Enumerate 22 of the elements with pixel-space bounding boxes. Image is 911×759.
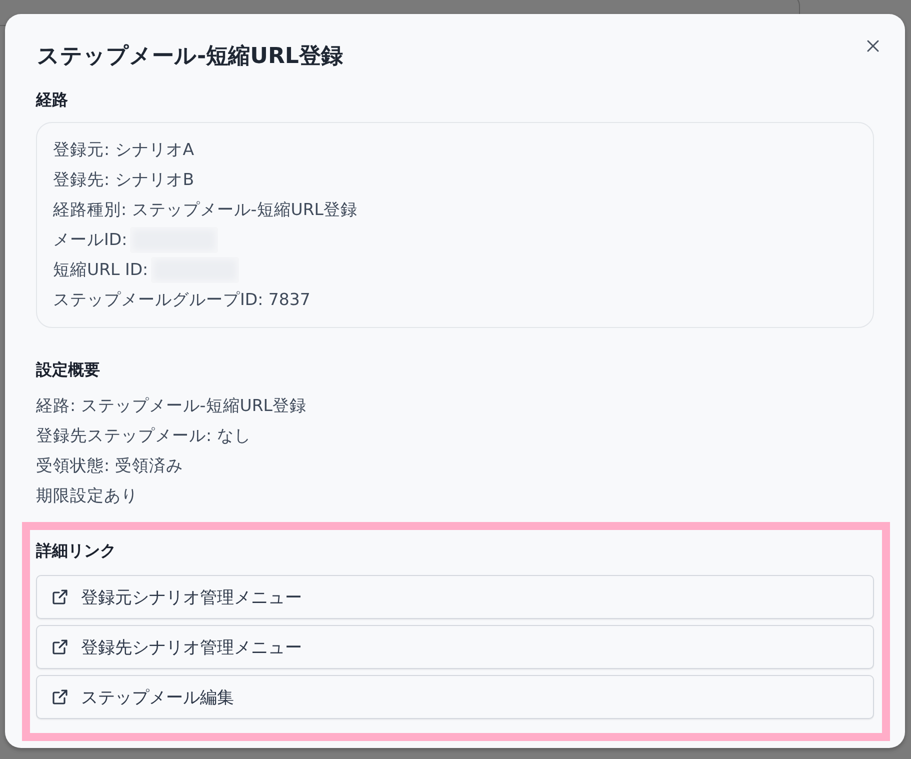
- link-button[interactable]: 登録元シナリオ管理メニュー: [36, 575, 874, 619]
- external-link-icon: [52, 689, 68, 705]
- section-heading: 経路: [36, 89, 69, 111]
- section-heading: 詳細リンク: [36, 540, 117, 562]
- close-icon: [867, 40, 879, 52]
- info-text: 経路種別: ステップメール-短縮URL登録: [53, 199, 358, 221]
- summary-text: 登録先ステップメール: なし: [36, 425, 252, 447]
- dialog-title: ステップメール-短縮URL登録: [37, 43, 343, 71]
- external-link-icon: [52, 639, 68, 655]
- link-button[interactable]: 登録先シナリオ管理メニュー: [36, 625, 874, 669]
- section-heading: 設定概要: [36, 359, 101, 381]
- info-text: メールID:: [53, 229, 128, 251]
- external-link-icon: [52, 589, 68, 605]
- summary-text: 期限設定あり: [36, 485, 139, 507]
- summary-text: 経路: ステップメール-短縮URL登録: [36, 395, 308, 417]
- info-text: 登録先: シナリオB: [53, 169, 194, 191]
- info-text: ステップメールグループID: 7837: [53, 289, 310, 311]
- summary-text: 受領状態: 受領済み: [36, 455, 184, 477]
- info-text: 登録元: シナリオA: [53, 139, 194, 161]
- info-text: 短縮URL ID:: [53, 259, 148, 281]
- link-button[interactable]: ステップメール編集: [36, 675, 874, 719]
- close-button[interactable]: [866, 39, 880, 53]
